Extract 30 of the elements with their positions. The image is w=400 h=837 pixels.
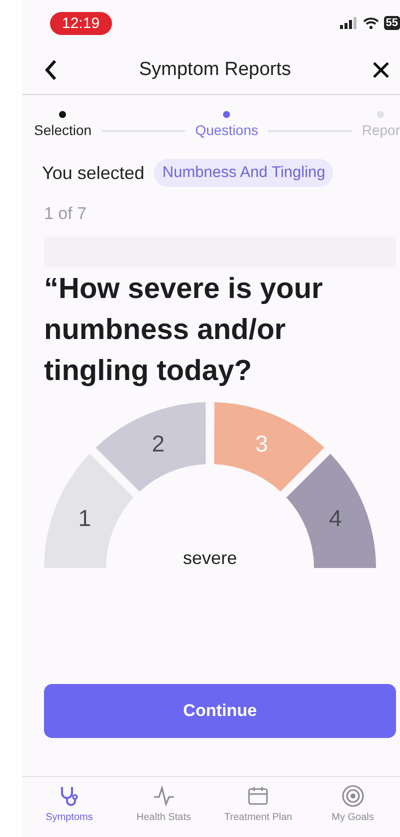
segment-number: 1 [78, 505, 91, 531]
status-time: 12:19 [50, 12, 112, 34]
segment-number: 3 [255, 430, 268, 456]
wifi-icon [362, 17, 379, 29]
scale-segment[interactable] [214, 402, 324, 492]
signal-icon [340, 17, 358, 29]
question-text: “How severe is your numbness and/or tingling today? [44, 272, 324, 389]
tab-button[interactable]: Health Stats [116, 777, 211, 837]
back-icon[interactable] [44, 59, 58, 81]
stethoscope-icon[interactable] [58, 785, 80, 807]
segment-number: 2 [152, 430, 165, 456]
severity-caption: severe [182, 548, 238, 568]
step-label: Selection [34, 122, 92, 138]
pulse-icon[interactable] [152, 785, 175, 807]
step-label: Questions [195, 122, 258, 138]
scale-segment[interactable] [286, 454, 376, 568]
continue-button[interactable]: Continue [44, 684, 396, 738]
segment-number: 4 [329, 505, 342, 531]
battery-level: 55 [384, 16, 400, 30]
selection-label: You selected [42, 162, 144, 184]
tab-button[interactable]: Treatment Plan [211, 777, 306, 837]
tab-button[interactable]: Symptoms [22, 777, 116, 837]
step-label: Repor [362, 122, 400, 138]
close-icon[interactable] [372, 61, 390, 79]
tab-button[interactable]: My Goals [306, 777, 400, 837]
screen-title: Symptom Reports [138, 59, 292, 81]
target-icon[interactable] [342, 785, 364, 807]
calendar-icon[interactable] [247, 785, 270, 807]
symptom-chip: Numbness And Tingling [154, 159, 334, 187]
question-counter: 1 of 7 [43, 203, 88, 224]
